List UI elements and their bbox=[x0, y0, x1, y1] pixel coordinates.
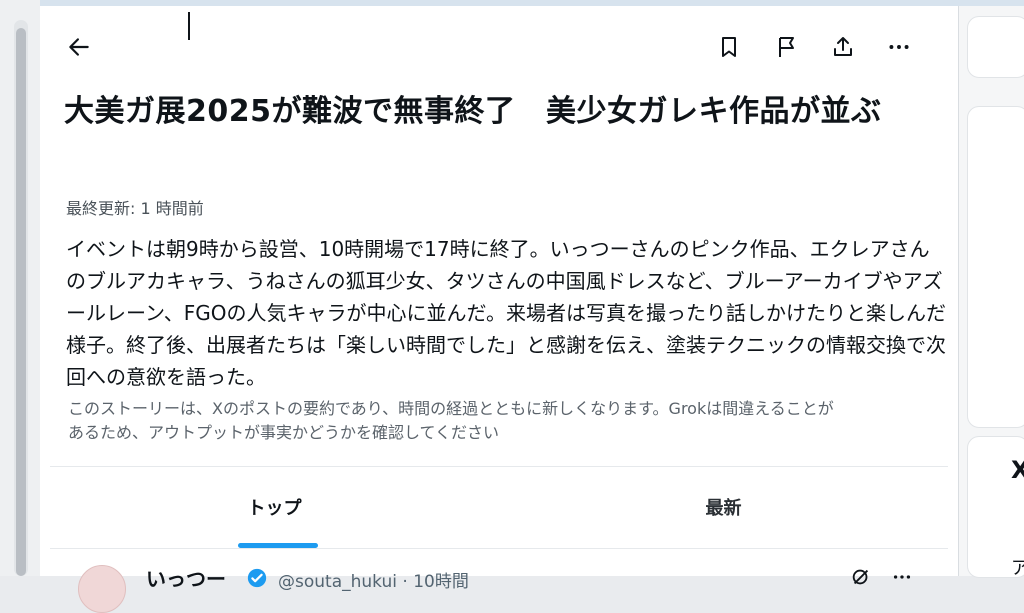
right-sidebar: X ア bbox=[959, 6, 1024, 579]
share-button[interactable] bbox=[826, 30, 860, 64]
last-updated: 最終更新: 1 時間前 bbox=[66, 199, 204, 218]
post-author-name[interactable]: いっつー bbox=[146, 563, 226, 592]
tab-bar: トップ 最新 bbox=[50, 466, 948, 549]
bookmark-icon bbox=[722, 37, 736, 57]
post-handle-time: @souta_hukui · 10時間 bbox=[278, 572, 469, 592]
more-button[interactable] bbox=[882, 30, 916, 64]
report-button[interactable] bbox=[770, 30, 804, 64]
back-arrow-icon bbox=[69, 38, 89, 56]
avatar[interactable] bbox=[78, 565, 126, 613]
sidebar-a-label: ア bbox=[1011, 558, 1024, 579]
main-column: 大美ガ展2025が難波で無事終了 美少女ガレキ作品が並ぶ 最終更新: 1 時間前… bbox=[40, 6, 959, 613]
sidebar-x-label: X bbox=[1011, 456, 1024, 484]
bookmark-button[interactable] bbox=[712, 30, 746, 64]
top-bar bbox=[40, 24, 958, 74]
tab-top[interactable]: トップ bbox=[50, 467, 499, 547]
sidebar-card bbox=[967, 106, 1024, 428]
grok-disclaimer: このストーリーは、Xのポストの要約であり、時間の経過とともに新しくなります。Gr… bbox=[68, 399, 834, 442]
sidebar-search-box[interactable] bbox=[967, 16, 1024, 78]
post-item[interactable]: いっつー @souta_hukui · 10時間 bbox=[50, 548, 948, 613]
share-icon bbox=[834, 37, 852, 56]
post-more-icon[interactable] bbox=[890, 566, 914, 588]
back-button[interactable] bbox=[62, 30, 96, 64]
grok-icon[interactable] bbox=[850, 566, 872, 588]
article-summary: イベントは朝9時から設営、10時開場で17時に終了。いっつーさんのピンク作品、エ… bbox=[66, 237, 946, 389]
tab-latest[interactable]: 最新 bbox=[499, 467, 948, 547]
more-icon bbox=[889, 45, 909, 49]
flag-icon bbox=[779, 37, 794, 57]
post-actions bbox=[850, 567, 930, 587]
scrollbar-thumb[interactable] bbox=[16, 28, 26, 576]
verified-badge-icon bbox=[247, 568, 267, 588]
article-title: 大美ガ展2025が難波で無事終了 美少女ガレキ作品が並ぶ bbox=[64, 94, 882, 129]
